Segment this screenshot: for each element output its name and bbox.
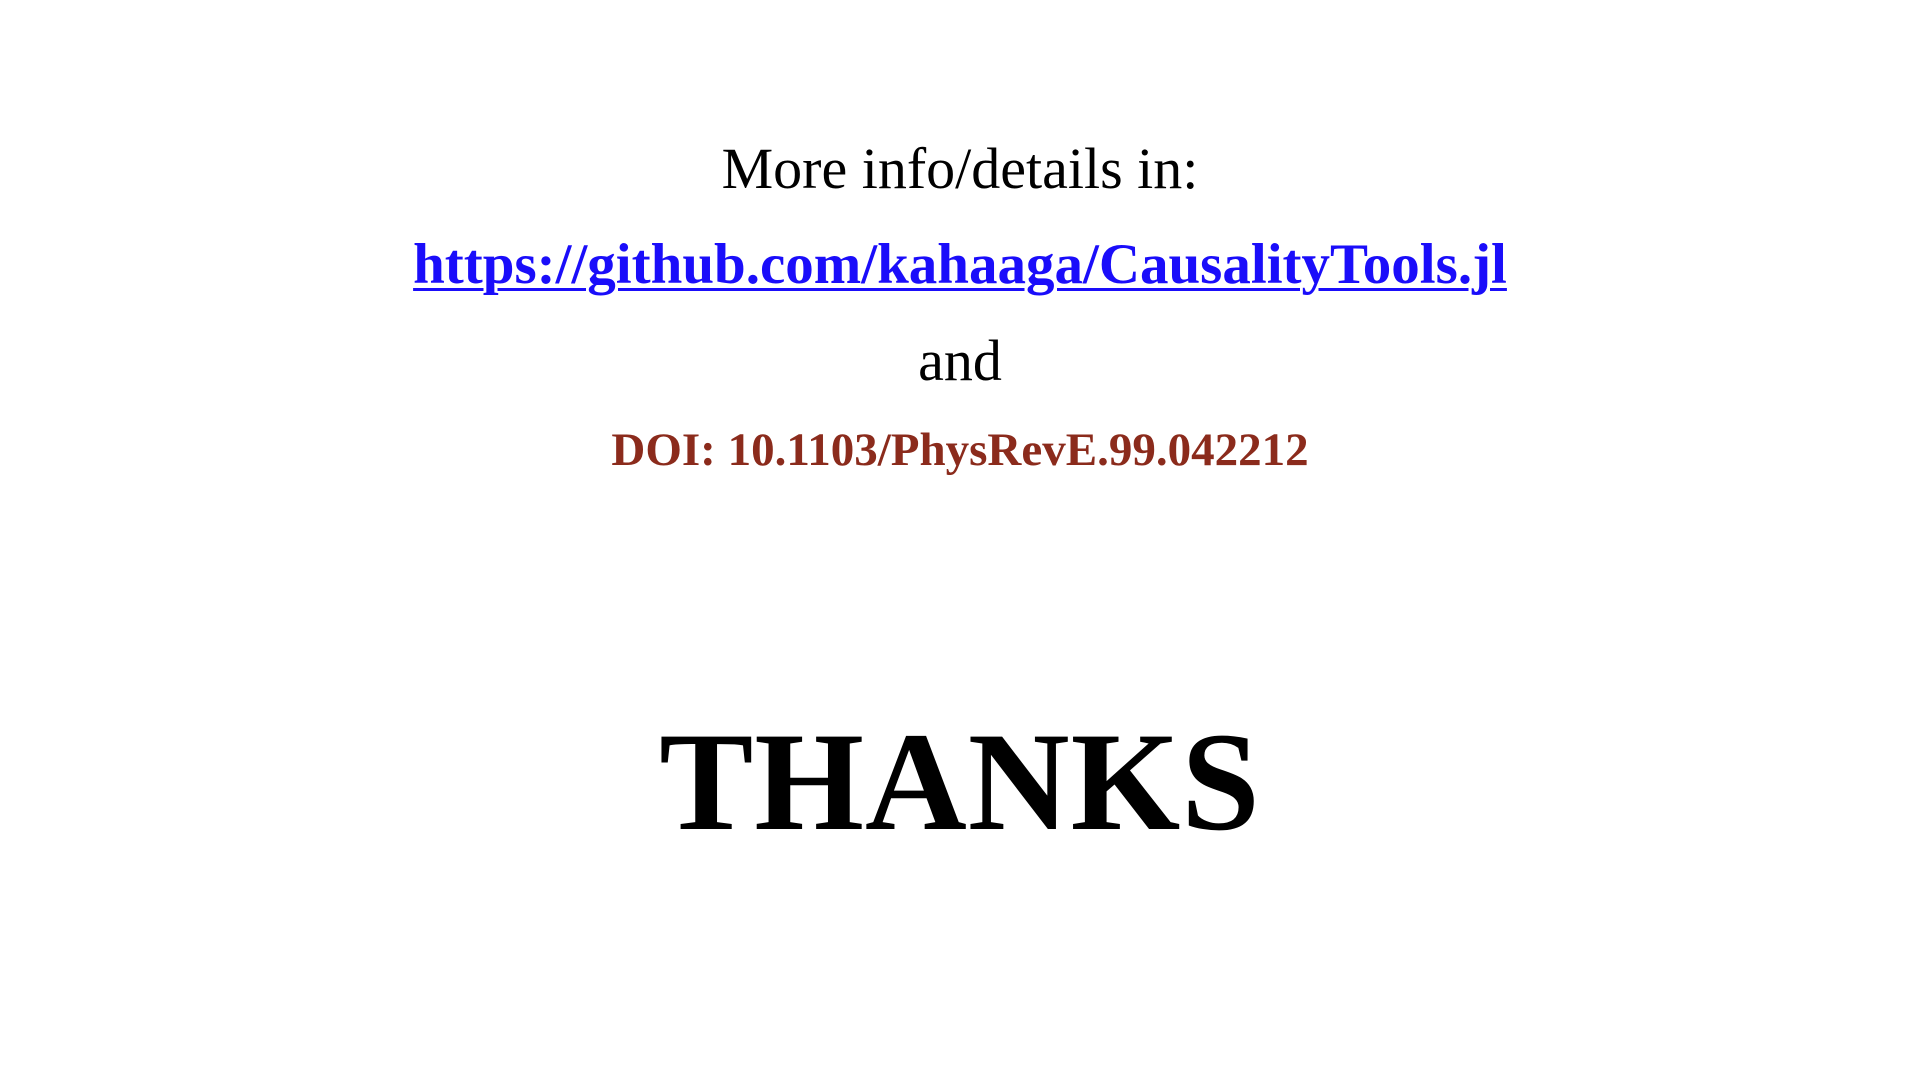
repository-link[interactable]: https://github.com/kahaaga/CausalityTool… <box>413 233 1507 296</box>
repository-link-line: https://github.com/kahaaga/CausalityTool… <box>0 236 1920 293</box>
more-info-heading: More info/details in: <box>721 136 1199 201</box>
thanks-title: THANKS <box>659 704 1261 860</box>
connector-text: and <box>918 328 1002 393</box>
slide: More info/details in: https://github.com… <box>0 0 1920 1080</box>
doi-reference: DOI: 10.1103/PhysRevE.99.042212 <box>611 424 1309 476</box>
